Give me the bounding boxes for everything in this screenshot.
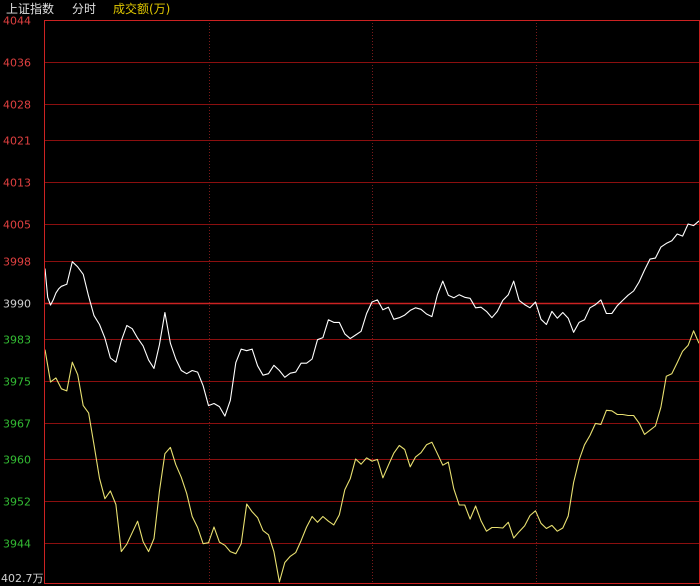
intraday-chart[interactable]: 4044 4036 4028 4021 4013 4005 3998 3990 3983 3975… bbox=[0, 0, 700, 586]
volume-scale-label: 402.7万 bbox=[1, 572, 44, 585]
y-tick-label: 3975 bbox=[3, 376, 31, 389]
y-tick-label: 4028 bbox=[3, 99, 31, 112]
y-axis-ticks: 4044 4036 4028 4021 4013 4005 3998 3990 3983 3975… bbox=[3, 15, 31, 551]
y-tick-label: 4005 bbox=[3, 219, 31, 232]
y-tick-label: 4036 bbox=[3, 57, 31, 70]
y-tick-label: 3952 bbox=[3, 496, 31, 509]
y-tick-label: 3944 bbox=[3, 538, 31, 551]
y-tick-label: 4013 bbox=[3, 177, 31, 190]
y-tick-label: 3998 bbox=[3, 256, 31, 269]
y-tick-label: 3960 bbox=[3, 454, 31, 467]
y-tick-label: 3983 bbox=[3, 334, 31, 347]
y-tick-label: 3990 bbox=[3, 298, 31, 311]
y-tick-label: 4021 bbox=[3, 135, 31, 148]
y-tick-label: 3967 bbox=[3, 418, 31, 431]
y-tick-label: 4044 bbox=[3, 15, 31, 28]
